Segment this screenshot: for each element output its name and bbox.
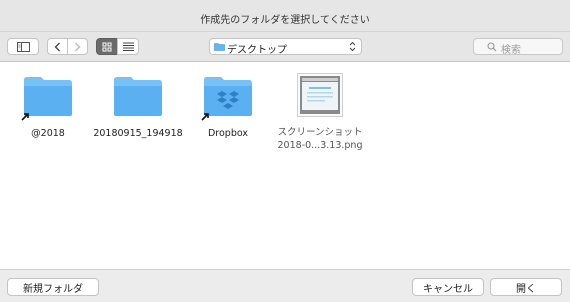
file-name-line2: 2018-0...3.13.png [277, 140, 363, 151]
image-file-icon [297, 73, 343, 117]
cancel-button[interactable]: キャンセル [412, 278, 484, 296]
icon-view-button[interactable] [96, 38, 118, 55]
open-button[interactable]: 開く [490, 278, 562, 296]
file-item-screenshot[interactable]: スクリーンショット 2018-0...3.13.png [272, 70, 368, 152]
alias-arrow-icon [21, 113, 29, 121]
list-view-button[interactable] [117, 38, 139, 55]
new-folder-button[interactable]: 新規フォルダ [7, 278, 99, 296]
forward-button[interactable] [67, 38, 88, 55]
file-item-dropbox[interactable]: Dropbox [180, 70, 276, 140]
file-name-line1: スクリーンショット [277, 127, 363, 138]
alias-arrow-icon [201, 113, 209, 121]
folder-thumbnail [90, 70, 186, 118]
file-item-alias-2018[interactable]: @2018 [0, 70, 96, 140]
chevron-up-down-icon [349, 41, 356, 52]
image-thumbnail [272, 70, 368, 118]
window-title: 作成先のフォルダを選択してください [200, 15, 370, 26]
folder-icon [24, 77, 72, 116]
back-button[interactable] [47, 38, 68, 55]
folder-thumbnail [0, 70, 96, 121]
sidebar-icon [16, 41, 30, 52]
bottom-bar: 新規フォルダ キャンセル 開く [0, 269, 570, 302]
file-item-folder[interactable]: 20180915_194918 [90, 70, 186, 140]
chevron-left-icon [54, 42, 60, 51]
dropbox-folder-icon [204, 77, 252, 116]
grid-icon [102, 42, 112, 51]
search-icon [487, 42, 497, 52]
list-icon [122, 42, 134, 51]
file-browser[interactable]: @2018 20180915_194918 Dropbox スクリーンショット … [0, 62, 570, 269]
title-bar: 作成先のフォルダを選択してください [0, 0, 570, 32]
search-placeholder: 検索 [501, 45, 521, 56]
search-field[interactable]: 検索 [473, 38, 563, 56]
location-label: デスクトップ [227, 45, 287, 56]
folder-icon [114, 77, 162, 116]
location-popup[interactable]: デスクトップ [209, 38, 362, 56]
file-name: @2018 [31, 128, 65, 139]
file-name: Dropbox [207, 128, 249, 139]
file-name: 20180915_194918 [93, 128, 183, 139]
folder-thumbnail [180, 70, 276, 121]
chevron-right-icon [75, 42, 81, 51]
sidebar-toggle-button[interactable] [7, 38, 39, 55]
folder-icon [214, 43, 225, 51]
toolbar: デスクトップ 検索 [0, 32, 570, 62]
